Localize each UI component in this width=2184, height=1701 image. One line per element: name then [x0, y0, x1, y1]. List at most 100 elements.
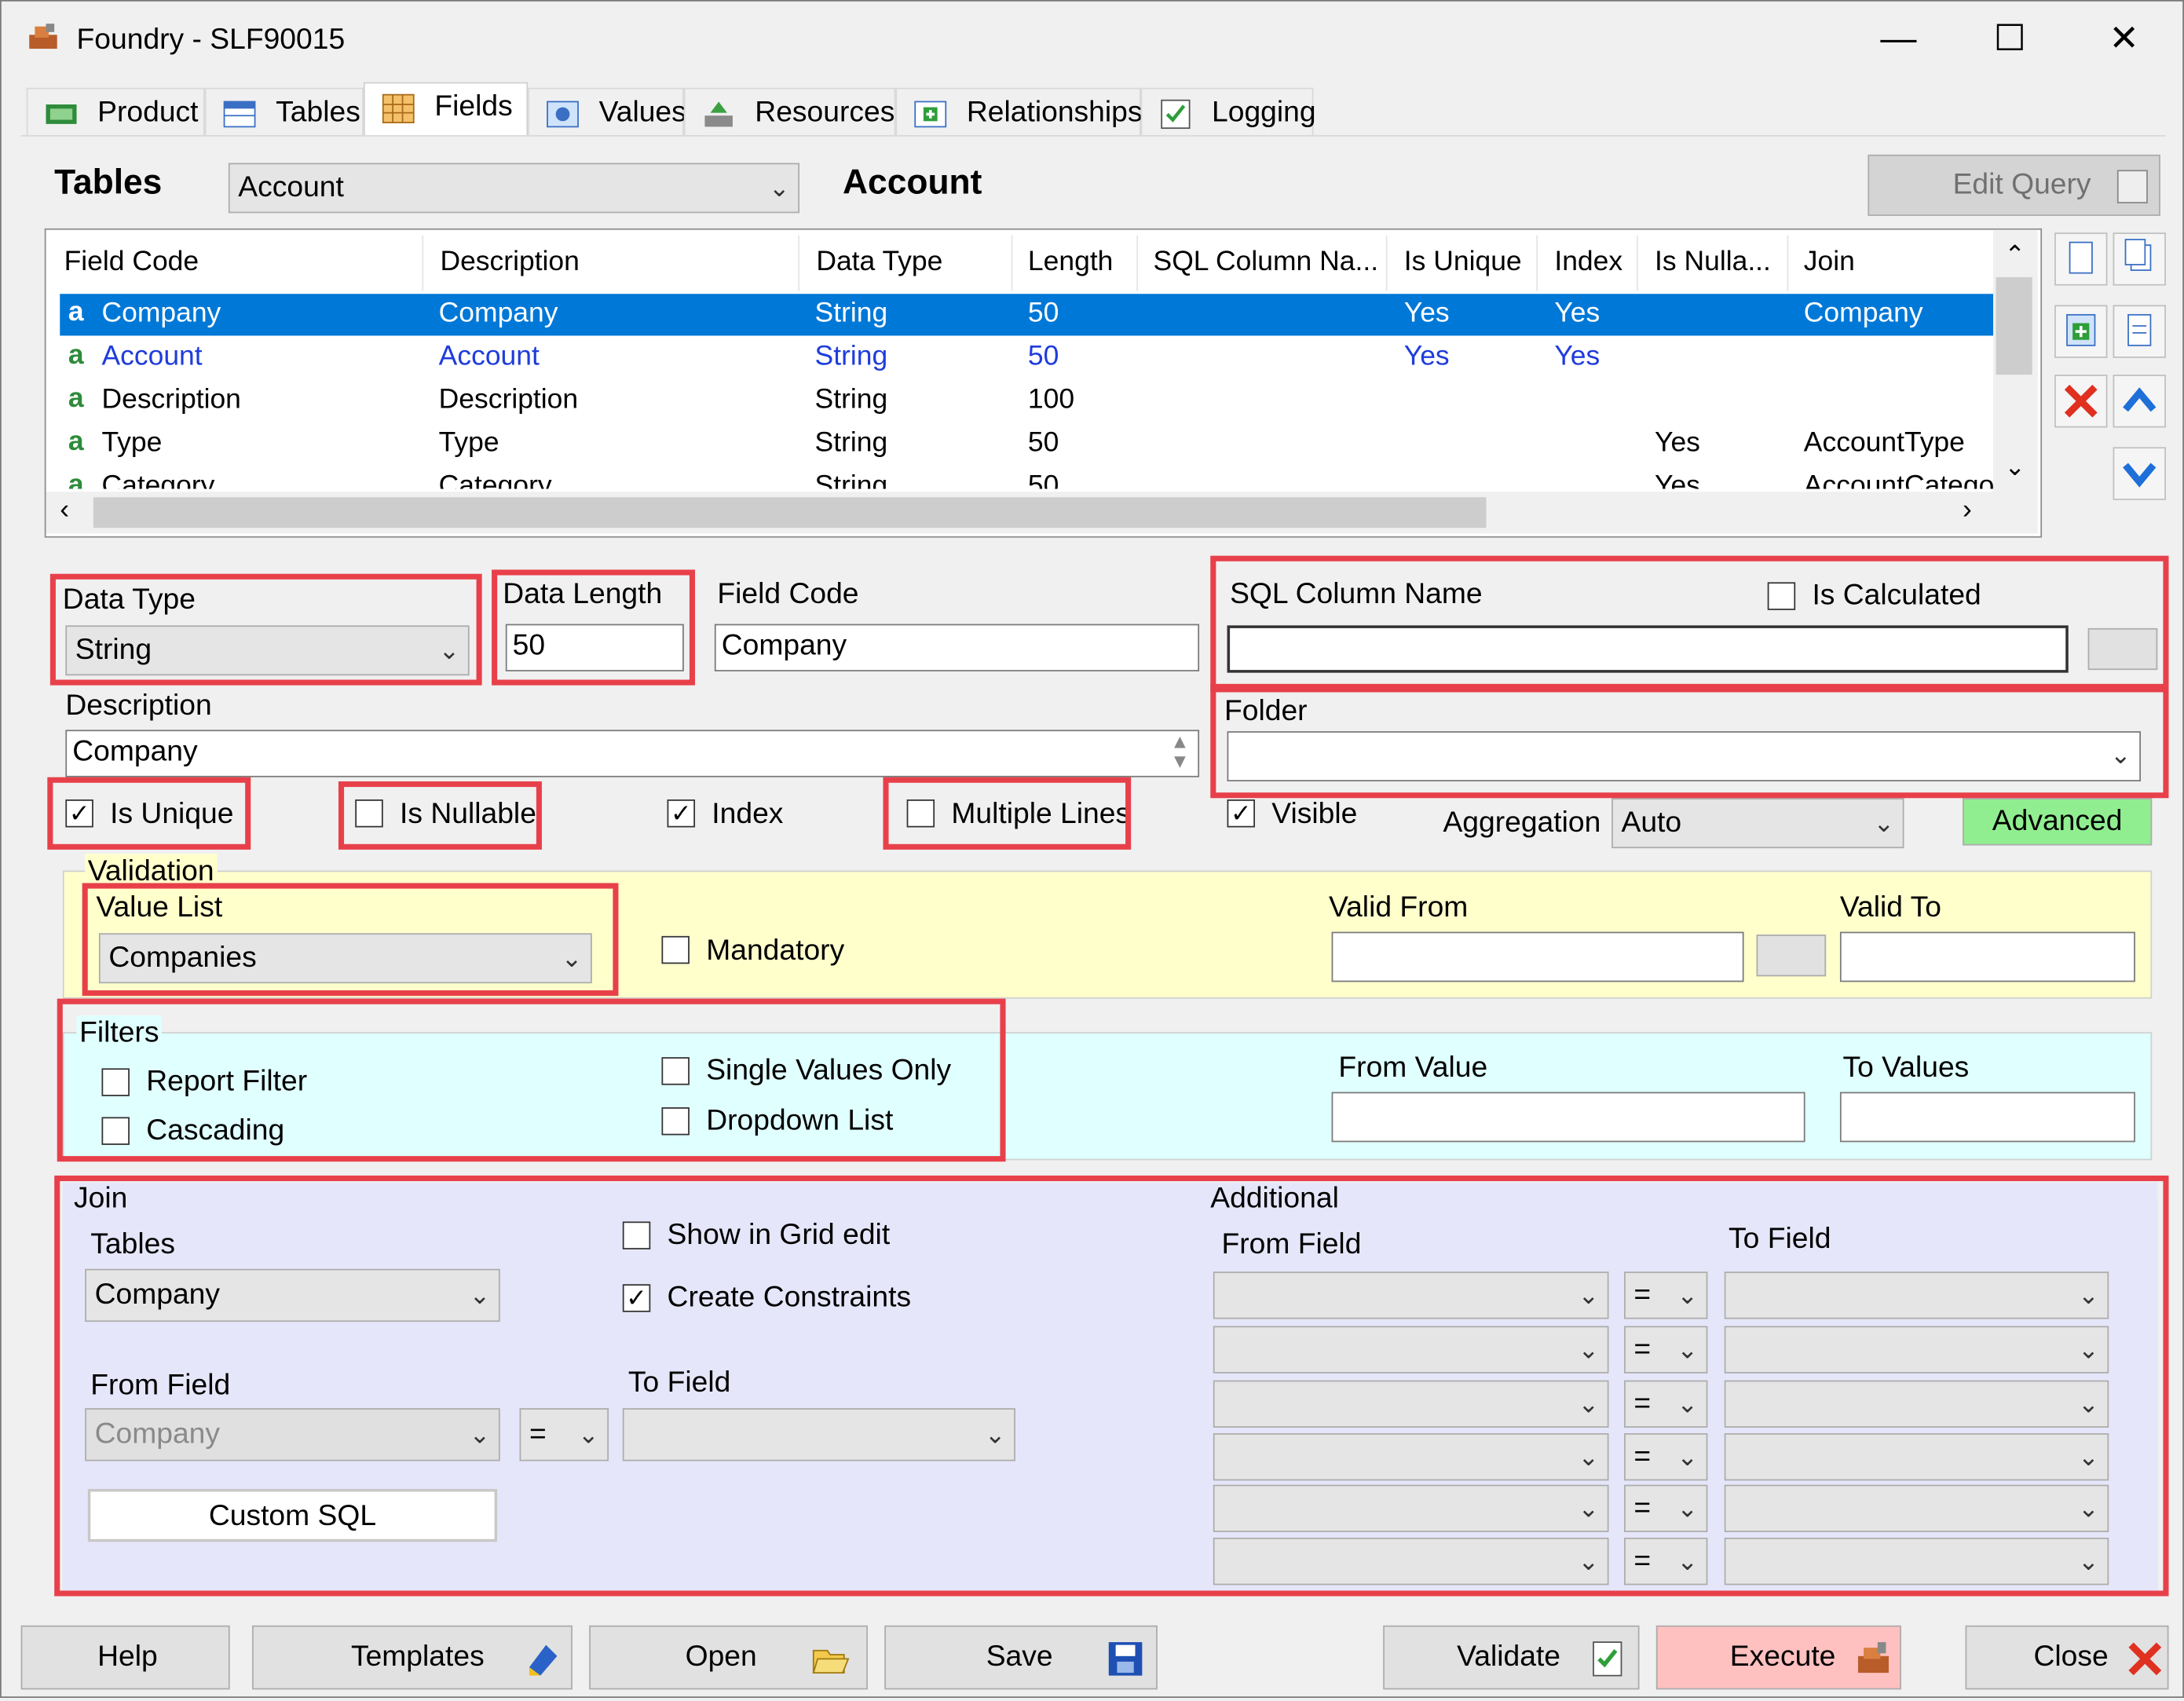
logging-icon — [1159, 97, 1193, 130]
col-header-sql-column[interactable]: SQL Column Na... — [1154, 247, 1379, 279]
to-values-input[interactable] — [1839, 1092, 2135, 1143]
spinner-icon: ▲ ▼ — [1170, 730, 1190, 772]
validate-button[interactable]: Validate — [1383, 1625, 1640, 1690]
scroll-right-icon[interactable]: › — [1963, 495, 1972, 527]
col-header-field-code[interactable]: Field Code — [64, 247, 199, 279]
document-icon — [2127, 313, 2152, 346]
horizontal-scrollbar[interactable]: ‹ › — [46, 492, 2038, 534]
document-button[interactable] — [2113, 305, 2166, 358]
execute-label: Execute — [1729, 1641, 1836, 1674]
fields-icon — [382, 92, 415, 123]
field-code-input[interactable]: Company — [714, 624, 1200, 671]
col-header-is-nullable[interactable]: Is Nulla... — [1655, 247, 1771, 279]
table-row[interactable]: a Description Description String 100 — [60, 380, 2007, 422]
string-type-icon: a — [68, 382, 84, 414]
scroll-left-icon[interactable]: ‹ — [60, 495, 69, 527]
cell-is-unique: Yes — [1403, 341, 1450, 372]
valid-from-button[interactable] — [1756, 935, 1827, 977]
aggregation-select[interactable]: Auto ⌄ — [1611, 798, 1904, 849]
scroll-thumb[interactable] — [93, 497, 1487, 529]
tab-label: Logging — [1212, 96, 1316, 129]
visible-checkbox[interactable]: ✓ — [1227, 799, 1256, 828]
delete-field-button[interactable] — [2054, 375, 2108, 428]
table-row[interactable]: a Account Account String 50 Yes Yes — [60, 337, 2007, 379]
advanced-button[interactable]: Advanced — [1963, 798, 2153, 846]
string-type-icon: a — [68, 339, 84, 371]
execute-button[interactable]: Execute — [1655, 1625, 1901, 1690]
highlight-is-nullable — [338, 781, 542, 850]
tab-relationships[interactable]: Relationships — [895, 87, 1143, 136]
cell-is-nullable: Yes — [1655, 470, 1700, 489]
move-up-button[interactable] — [2113, 375, 2166, 428]
cell-data-type: String — [814, 298, 888, 329]
highlight-data-type — [49, 573, 482, 686]
description-input[interactable]: Company ▲ ▼ — [65, 730, 1200, 777]
index-checkbox[interactable]: ✓ — [667, 799, 696, 828]
description-value: Company — [72, 735, 198, 768]
tab-logging[interactable]: Logging — [1140, 87, 1316, 136]
open-folder-icon — [810, 1640, 850, 1679]
from-value-label: From Value — [1338, 1052, 1488, 1084]
help-button[interactable]: Help — [20, 1625, 230, 1690]
col-header-length[interactable]: Length — [1028, 247, 1113, 279]
tab-values[interactable]: Values — [528, 87, 686, 136]
from-value-input[interactable] — [1331, 1092, 1805, 1143]
tab-product[interactable]: Product — [26, 87, 205, 136]
col-header-is-unique[interactable]: Is Unique — [1404, 247, 1522, 279]
tab-tables[interactable]: Tables — [204, 87, 364, 136]
copy-field-button[interactable] — [2113, 232, 2166, 286]
scroll-down-icon[interactable]: ⌄ — [2004, 452, 2025, 481]
col-header-data-type[interactable]: Data Type — [816, 247, 942, 279]
open-button[interactable]: Open — [589, 1625, 868, 1690]
tables-select-value: Account — [238, 171, 344, 203]
valid-to-input[interactable] — [1839, 931, 2135, 982]
vertical-scrollbar[interactable]: ⌃ ⌄ — [1993, 229, 2038, 492]
product-icon — [45, 97, 79, 128]
save-button[interactable]: Save — [884, 1625, 1158, 1690]
scroll-up-icon[interactable]: ⌃ — [2004, 241, 2025, 270]
scroll-thumb[interactable] — [1996, 276, 2032, 375]
edit-query-button[interactable]: Edit Query — [1868, 154, 2160, 216]
table-row[interactable]: a Category Category String 50 Yes Accoun… — [60, 466, 2007, 489]
query-icon — [2116, 170, 2148, 203]
cell-join: Company — [1803, 298, 1923, 329]
add-field-button[interactable] — [2054, 305, 2108, 358]
field-code-label: Field Code — [717, 578, 859, 610]
new-field-button[interactable] — [2054, 232, 2108, 286]
string-type-icon: a — [68, 426, 84, 457]
table-row[interactable]: a Company Company String 50 Yes Yes Comp… — [60, 294, 2007, 336]
mandatory-checkbox[interactable] — [661, 935, 690, 964]
tab-label: Relationships — [966, 96, 1143, 129]
visible-label: Visible — [1271, 798, 1358, 831]
cell-data-type: String — [814, 341, 888, 372]
tab-fields[interactable]: Fields — [363, 82, 529, 138]
cell-description: Description — [438, 384, 579, 415]
fields-grid[interactable]: Field Code Description Data Type Length … — [44, 228, 2043, 538]
to-values-label: To Values — [1842, 1052, 1970, 1084]
cell-data-type: String — [814, 384, 888, 415]
tab-label: Values — [598, 96, 686, 129]
col-header-index[interactable]: Index — [1554, 247, 1622, 279]
table-row[interactable]: a Type Type String 50 Yes AccountType — [60, 423, 2007, 465]
move-down-button[interactable] — [2113, 447, 2166, 500]
resources-icon — [702, 97, 736, 128]
close-window-button[interactable]: ✕ — [2094, 13, 2155, 63]
minimize-button[interactable]: — — [1868, 13, 1929, 63]
highlight-sql-column — [1210, 555, 2169, 693]
cell-data-type: String — [814, 470, 888, 489]
close-x-icon — [2126, 1640, 2165, 1679]
tables-select[interactable]: Account ⌄ — [228, 163, 800, 214]
tab-resources[interactable]: Resources — [683, 87, 896, 136]
templates-button[interactable]: Templates — [252, 1625, 573, 1690]
tab-label: Product — [97, 96, 199, 129]
col-header-description[interactable]: Description — [440, 247, 579, 279]
valid-from-input[interactable] — [1331, 931, 1744, 982]
close-button[interactable]: Close — [1965, 1625, 2169, 1690]
tab-strip: Product Tables Fields Values Resources R… — [21, 82, 2166, 138]
chevron-down-icon: ⌄ — [768, 174, 790, 203]
highlight-is-unique — [47, 777, 251, 850]
string-type-icon: a — [68, 469, 84, 489]
col-header-join[interactable]: Join — [1804, 247, 1855, 279]
cell-is-nullable: Yes — [1655, 427, 1700, 459]
maximize-button[interactable]: ☐ — [1979, 13, 2040, 63]
